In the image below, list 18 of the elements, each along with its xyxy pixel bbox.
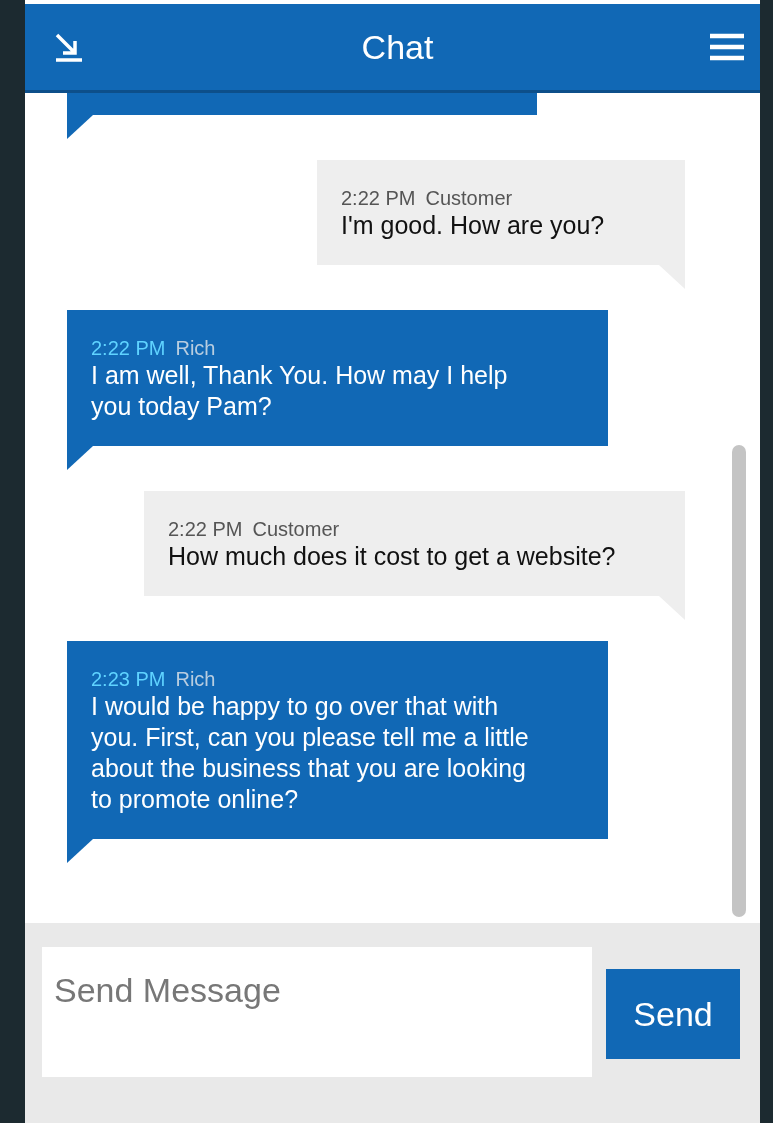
message-time: 2:23 PM	[91, 667, 166, 691]
bubble-tail	[67, 115, 93, 139]
window-title: Chat	[361, 27, 434, 67]
sender-name: Rich	[175, 336, 216, 360]
message-text: I am well, Thank You. How may I help you today Pam?	[91, 360, 509, 422]
message-text: How much does it cost to get a website?	[168, 541, 617, 572]
message-time: 2:22 PM	[168, 517, 243, 541]
send-button[interactable]: Send	[606, 969, 740, 1059]
message-input[interactable]: Send Message	[42, 947, 592, 1077]
message-text: I'm good. How are you?	[341, 210, 606, 241]
menu-icon[interactable]	[710, 33, 744, 61]
sender-name: Customer	[425, 186, 513, 210]
message-time: 2:22 PM	[341, 186, 416, 210]
message-text: I would be happy to go over that with you. First, can you please tell me a little about the business that you are looking to promote online?	[91, 691, 530, 815]
message-time: 2:22 PM	[91, 336, 166, 360]
sender-name: Customer	[252, 517, 340, 541]
minimize-arrow-icon[interactable]	[53, 31, 85, 63]
sender-name: Rich	[175, 667, 216, 691]
